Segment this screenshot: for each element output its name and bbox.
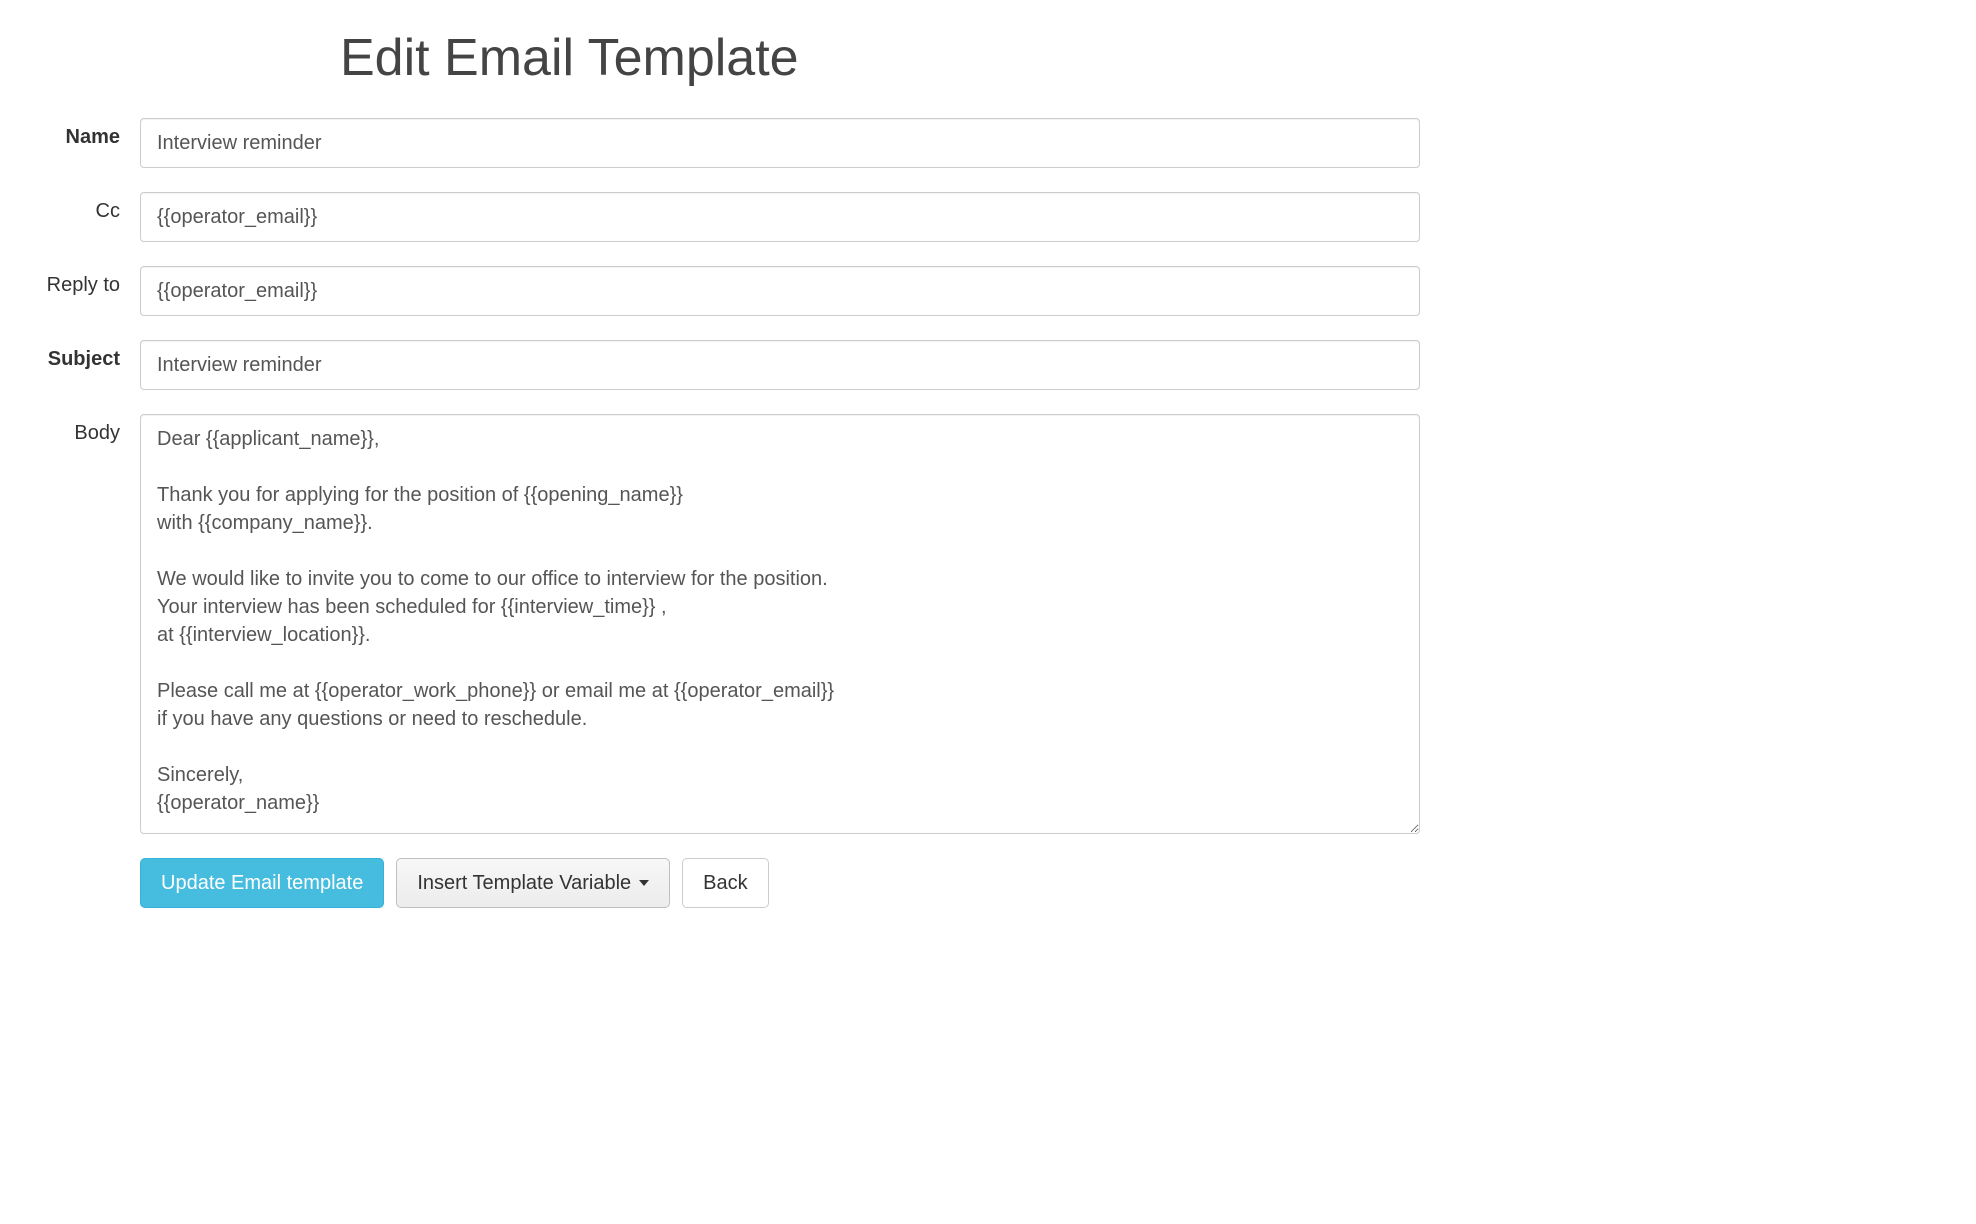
reply-to-input[interactable]	[140, 266, 1420, 316]
back-button[interactable]: Back	[682, 858, 768, 908]
name-input[interactable]	[140, 118, 1420, 168]
cc-input[interactable]	[140, 192, 1420, 242]
name-label: Name	[20, 118, 140, 149]
insert-template-variable-label: Insert Template Variable	[417, 869, 631, 897]
insert-template-variable-dropdown[interactable]: Insert Template Variable	[396, 858, 670, 908]
page-title: Edit Email Template	[340, 28, 1420, 88]
cc-label: Cc	[20, 192, 140, 223]
reply-to-label: Reply to	[20, 266, 140, 297]
body-textarea[interactable]	[140, 414, 1420, 834]
update-email-template-button[interactable]: Update Email template	[140, 858, 384, 908]
body-label: Body	[20, 414, 140, 445]
subject-input[interactable]	[140, 340, 1420, 390]
caret-down-icon	[639, 880, 649, 886]
subject-label: Subject	[20, 340, 140, 371]
